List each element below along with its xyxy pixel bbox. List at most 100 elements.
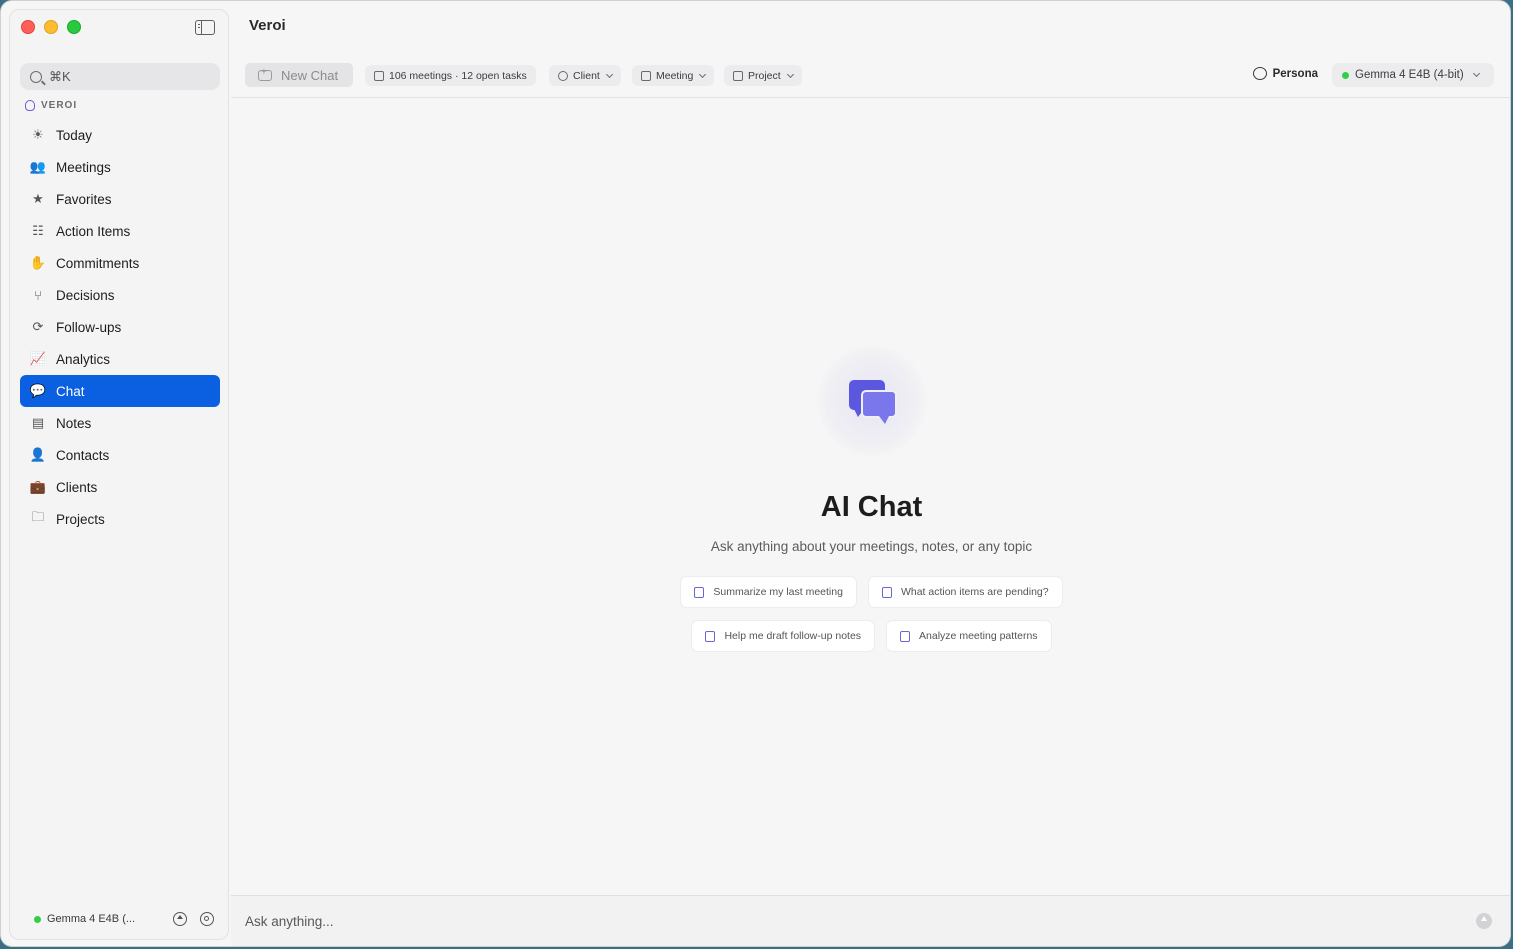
- project-filter-dropdown[interactable]: Project: [724, 65, 802, 86]
- note-icon: ▤: [31, 415, 45, 430]
- sidebar-item-projects[interactable]: 🗀 Projects: [20, 503, 220, 535]
- sidebar-item-label: Commitments: [56, 255, 140, 271]
- stats-label: 106 meetings · 12 open tasks: [389, 69, 527, 82]
- sidebar-footer: Gemma 4 E4B (...: [10, 899, 228, 939]
- sidebar-item-label: Analytics: [56, 351, 111, 367]
- sidebar-item-label: Chat: [56, 383, 85, 399]
- gear-icon[interactable]: [200, 912, 214, 926]
- meeting-filter-label: Meeting: [656, 69, 694, 82]
- sidebar-item-label: Notes: [56, 415, 92, 431]
- suggestion-row: Summarize my last meeting What action it…: [231, 576, 1510, 608]
- empty-state: AI Chat Ask anything about your meetings…: [231, 346, 1510, 652]
- page-title: AI Chat: [820, 491, 923, 523]
- new-chat-icon: [258, 67, 272, 81]
- sidebar-item-label: Meetings: [56, 159, 111, 175]
- sidebar-toggle-icon[interactable]: [195, 20, 215, 35]
- suggestion-analyze-button[interactable]: Analyze meeting patterns: [886, 620, 1052, 652]
- sidebar-item-favorites[interactable]: ★ Favorites: [20, 183, 220, 215]
- search-box[interactable]: [20, 63, 220, 90]
- client-filter-dropdown[interactable]: Client: [549, 65, 621, 86]
- window-controls: [21, 20, 81, 34]
- sidebar-item-label: Favorites: [56, 191, 112, 207]
- eject-icon[interactable]: [173, 912, 187, 926]
- sidebar-item-chat[interactable]: 💬 Chat: [20, 375, 220, 407]
- search-input[interactable]: [49, 69, 199, 84]
- model-status-dot: [34, 915, 41, 923]
- send-icon[interactable]: [1476, 913, 1492, 929]
- sidebar-item-follow-ups[interactable]: ⟳ Follow-ups: [20, 311, 220, 343]
- footer-model-label[interactable]: Gemma 4 E4B (...: [47, 913, 135, 925]
- sidebar-item-label: Contacts: [56, 447, 110, 463]
- chevron-down-icon: [786, 70, 794, 78]
- chat-bubbles-icon: [816, 346, 927, 456]
- sidebar-item-label: Decisions: [56, 287, 115, 303]
- calendar-icon: [641, 70, 651, 81]
- person-circle-icon: [558, 70, 568, 81]
- chart-line-icon: 📈: [29, 351, 47, 366]
- persona-icon: [1252, 67, 1267, 80]
- sidebar-item-analytics[interactable]: 📈 Analytics: [20, 343, 220, 375]
- sidebar-item-label: Action Items: [56, 223, 131, 239]
- stats-chip: 106 meetings · 12 open tasks: [365, 65, 536, 86]
- folder-icon: 🗀: [31, 509, 45, 524]
- sidebar-item-clients[interactable]: 💼 Clients: [20, 471, 220, 503]
- checklist-icon: [881, 586, 892, 598]
- search-icon: [30, 70, 42, 83]
- sidebar: VEROI ☀ Today 👥 Meetings ★ Favorites ☷ A…: [9, 9, 229, 940]
- toolbar-divider: [231, 97, 1510, 98]
- app-window: VEROI ☀ Today 👥 Meetings ★ Favorites ☷ A…: [0, 0, 1511, 947]
- checklist-icon: ☷: [32, 223, 44, 238]
- sidebar-item-action-items[interactable]: ☷ Action Items: [20, 215, 220, 247]
- branch-icon: ⑂: [34, 287, 42, 303]
- hand-icon: ✋: [29, 255, 47, 270]
- suggestion-draft-button[interactable]: Help me draft follow-up notes: [691, 620, 876, 652]
- client-filter-label: Client: [573, 69, 600, 82]
- persona-button[interactable]: Persona: [1252, 67, 1318, 80]
- contact-card-icon: 👤: [29, 447, 47, 462]
- sidebar-item-label: Clients: [56, 479, 98, 495]
- close-window-button[interactable]: [21, 20, 35, 34]
- suggestion-summarize-button[interactable]: Summarize my last meeting: [680, 576, 857, 608]
- chat-composer: [231, 895, 1510, 946]
- envelope-icon: [705, 630, 716, 642]
- chevron-down-icon: [605, 70, 613, 78]
- sidebar-item-decisions[interactable]: ⑂ Decisions: [20, 279, 220, 311]
- sun-icon: ☀: [32, 127, 44, 142]
- sidebar-item-commitments[interactable]: ✋ Commitments: [20, 247, 220, 279]
- sidebar-section-header: VEROI: [25, 100, 77, 111]
- sidebar-item-label: Follow-ups: [56, 319, 122, 335]
- suggestion-label: Analyze meeting patterns: [919, 630, 1038, 642]
- chat-input[interactable]: [245, 913, 1476, 929]
- sidebar-item-today[interactable]: ☀ Today: [20, 119, 220, 151]
- suggestion-label: Summarize my last meeting: [713, 586, 843, 598]
- sidebar-item-notes[interactable]: ▤ Notes: [20, 407, 220, 439]
- suggestion-row: Help me draft follow-up notes Analyze me…: [231, 620, 1510, 652]
- minimize-window-button[interactable]: [44, 20, 58, 34]
- document-icon: [694, 586, 705, 598]
- meeting-filter-dropdown[interactable]: Meeting: [632, 65, 715, 86]
- people-icon: 👥: [29, 159, 47, 174]
- star-icon: ★: [32, 191, 44, 206]
- suggestion-action-items-button[interactable]: What action items are pending?: [867, 576, 1063, 608]
- chat-bubbles-icon: 💬: [29, 383, 47, 398]
- zoom-window-button[interactable]: [67, 20, 81, 34]
- sidebar-item-label: Today: [56, 127, 93, 143]
- folder-icon: [733, 70, 743, 81]
- arrow-circle-icon: ⟳: [32, 319, 44, 334]
- sidebar-item-label: Projects: [56, 511, 105, 527]
- new-chat-label: New Chat: [281, 67, 339, 83]
- sidebar-item-meetings[interactable]: 👥 Meetings: [20, 151, 220, 183]
- model-selector[interactable]: Gemma 4 E4B (4-bit): [1332, 63, 1494, 87]
- toolbar: New Chat 106 meetings · 12 open tasks Cl…: [245, 63, 1494, 87]
- briefcase-icon: 💼: [29, 479, 47, 494]
- persona-label: Persona: [1272, 67, 1318, 80]
- sidebar-item-contacts[interactable]: 👤 Contacts: [20, 439, 220, 471]
- page-subtitle: Ask anything about your meetings, notes,…: [710, 539, 1033, 554]
- chevron-down-icon: [699, 70, 707, 78]
- brain-icon: [25, 100, 35, 111]
- new-chat-button[interactable]: New Chat: [245, 63, 353, 87]
- model-status-dot: [1342, 71, 1349, 79]
- document-icon: [374, 70, 384, 81]
- chevron-down-icon: [1472, 69, 1480, 78]
- suggestion-label: Help me draft follow-up notes: [724, 630, 862, 642]
